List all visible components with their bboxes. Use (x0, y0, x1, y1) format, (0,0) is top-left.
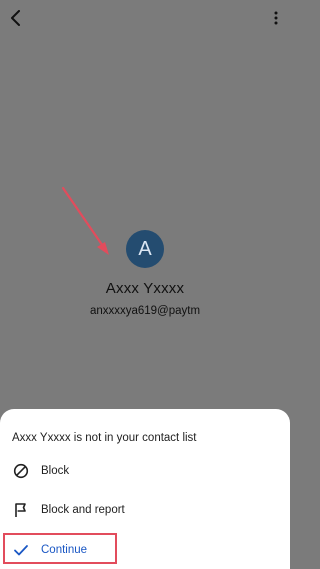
avatar: A (126, 230, 164, 268)
more-vert-icon (274, 11, 278, 25)
more-options-button[interactable] (266, 6, 286, 30)
top-app-bar (0, 0, 290, 36)
payment-screen: A Axxx Yxxxx anxxxxya619@paytm Axxx Yxxx… (0, 0, 290, 569)
block-option[interactable]: Block (0, 454, 290, 488)
avatar-initial: A (138, 237, 152, 260)
contact-upi-id: anxxxxya619@paytm (89, 305, 201, 317)
flag-icon (12, 501, 30, 519)
back-arrow-icon (11, 10, 20, 26)
sheet-title: Axxx Yxxxx is not in your contact list (12, 432, 197, 444)
contact-name: Axxx Yxxxx (105, 280, 185, 297)
block-and-report-option[interactable]: Block and report (0, 493, 290, 527)
annotation-highlight-box (3, 533, 117, 564)
block-option-label: Block (41, 465, 70, 477)
back-button[interactable] (4, 6, 28, 30)
block-icon (12, 462, 30, 480)
annotation-arrow-icon (61, 186, 109, 255)
block-and-report-option-label: Block and report (41, 504, 125, 516)
